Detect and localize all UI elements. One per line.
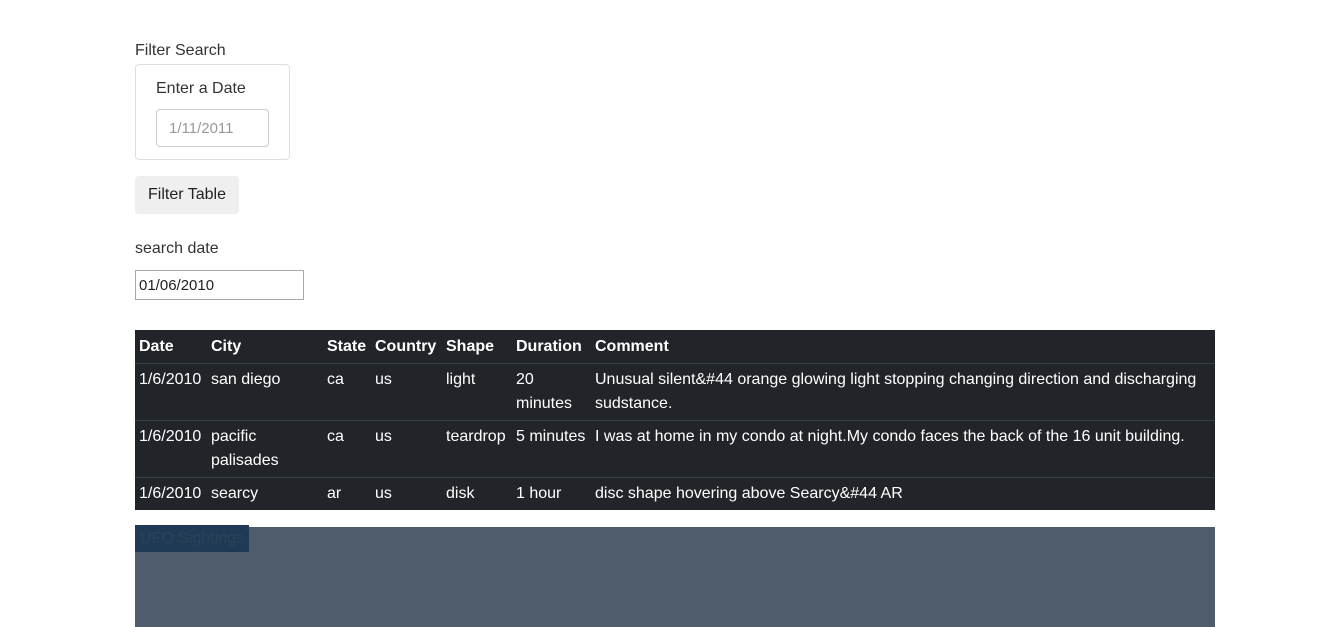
cell-comment: Unusual silent&#44 orange glowing light …	[591, 363, 1215, 421]
cell-country: us	[371, 363, 442, 421]
cell-city: searcy	[207, 477, 323, 510]
column-header-country: Country	[371, 330, 442, 364]
cell-state: ar	[323, 477, 371, 510]
column-header-comment: Comment	[591, 330, 1215, 364]
ufo-sightings-table: Date City State Country Shape Duration C…	[135, 330, 1215, 510]
cell-comment: I was at home in my condo at night.My co…	[591, 420, 1215, 478]
date-input-label: Enter a Date	[156, 80, 246, 97]
search-date-input[interactable]	[135, 270, 304, 300]
cell-duration: 5 minutes	[512, 420, 591, 478]
ufo-sightings-panel: UFO Sightings	[135, 525, 1215, 627]
filter-table-button[interactable]: Filter Table	[135, 176, 239, 214]
column-header-shape: Shape	[442, 330, 512, 364]
column-header-state: State	[323, 330, 371, 364]
cell-date: 1/6/2010	[135, 477, 207, 510]
column-header-city: City	[207, 330, 323, 364]
column-header-date: Date	[135, 330, 207, 364]
cell-country: us	[371, 477, 442, 510]
cell-state: ca	[323, 363, 371, 421]
cell-shape: teardrop	[442, 420, 512, 478]
cell-duration: 1 hour	[512, 477, 591, 510]
date-input[interactable]	[156, 109, 269, 147]
filter-panel: Enter a Date	[135, 64, 290, 160]
table-row: 1/6/2010 san diego ca us light 20 minute…	[135, 363, 1215, 421]
cell-date: 1/6/2010	[135, 363, 207, 421]
column-header-duration: Duration	[512, 330, 591, 364]
cell-state: ca	[323, 420, 371, 478]
table-row: 1/6/2010 searcy ar us disk 1 hour disc s…	[135, 477, 1215, 510]
table-header-row: Date City State Country Shape Duration C…	[135, 330, 1215, 364]
cell-shape: light	[442, 363, 512, 421]
cell-date: 1/6/2010	[135, 420, 207, 478]
cell-comment: disc shape hovering above Searcy&#44 AR	[591, 477, 1215, 510]
cell-city: san diego	[207, 363, 323, 421]
ufo-sightings-tab[interactable]: UFO Sightings	[135, 525, 249, 552]
search-date-label: search date	[135, 240, 219, 257]
cell-country: us	[371, 420, 442, 478]
cell-city: pacific palisades	[207, 420, 323, 478]
filter-search-title: Filter Search	[135, 42, 226, 59]
cell-duration: 20 minutes	[512, 363, 591, 421]
table-row: 1/6/2010 pacific palisades ca us teardro…	[135, 420, 1215, 478]
cell-shape: disk	[442, 477, 512, 510]
